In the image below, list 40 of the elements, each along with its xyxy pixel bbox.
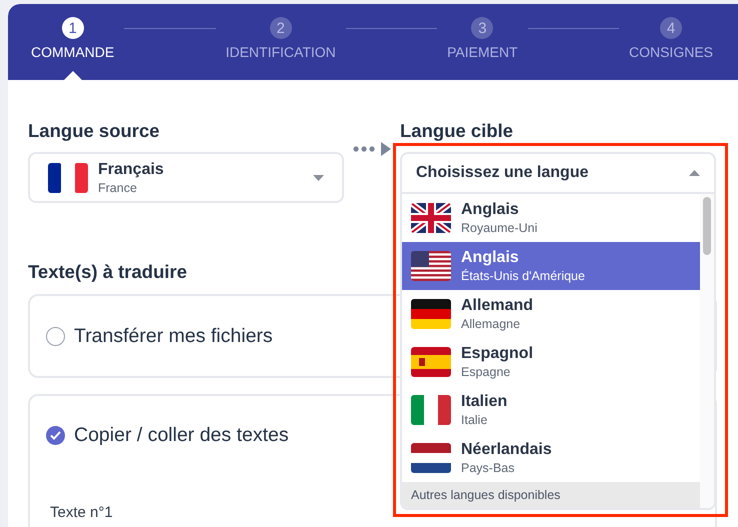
flag-icon <box>411 395 451 425</box>
language-option[interactable]: Anglais Royaume-Uni <box>402 194 700 242</box>
flag-icon <box>411 347 451 377</box>
language-region: France <box>98 180 138 194</box>
active-step-pointer <box>64 71 82 80</box>
section-heading: Langue source <box>28 120 160 142</box>
text-label: Texte n°1 <box>50 504 114 521</box>
language-dropdown-menu[interactable]: Choisissez une langue Anglais Royaume-Uni Anglais États-Unis d'Amérique Allemand Allemagne Espagnol Espagne Italien Italie Néerlandais Pays-Bas Autres langues disponibles <box>400 152 716 510</box>
flag-icon <box>411 299 451 329</box>
language-option[interactable]: Italien Italie <box>402 386 700 434</box>
section-heading: Langue cible <box>400 120 514 142</box>
language-name: Français <box>98 160 165 178</box>
flag-icon <box>411 251 451 281</box>
step-tab[interactable]: 1 COMMANDE <box>31 4 114 80</box>
language-option[interactable]: Espagnol Espagne <box>402 338 700 386</box>
step-number: 4 <box>660 17 682 39</box>
flag-icon <box>411 443 451 473</box>
language-option[interactable]: Néerlandais Pays-Bas <box>402 434 700 482</box>
source-language-select[interactable]: Français France <box>28 152 344 203</box>
radio-button[interactable] <box>46 327 65 346</box>
check-icon <box>50 431 61 440</box>
step-number: 1 <box>62 17 84 39</box>
caret-down-icon <box>313 174 324 180</box>
dropdown-prompt: Choisissez une langue <box>416 164 588 182</box>
step-tab[interactable]: 2 IDENTIFICATION <box>226 4 336 80</box>
step-tab[interactable]: 3 PAIEMENT <box>447 4 518 80</box>
dotted-arrow-icon <box>353 142 391 156</box>
radio-button[interactable] <box>46 426 65 445</box>
flag-icon <box>411 203 451 233</box>
flag-icon <box>48 162 88 192</box>
option-label[interactable]: Copier / coller des textes <box>74 424 289 447</box>
step-number: 3 <box>471 17 494 39</box>
option-label[interactable]: Transférer mes fichiers <box>74 325 273 348</box>
step-tab[interactable]: 4 CONSIGNES <box>628 4 713 80</box>
section-heading: Texte(s) à traduire <box>28 261 188 283</box>
language-option[interactable]: Anglais États-Unis d'Amérique <box>402 242 700 290</box>
step-number: 2 <box>270 17 292 39</box>
scrollbar-thumb[interactable] <box>703 197 711 255</box>
language-option[interactable]: Allemand Allemagne <box>402 290 700 338</box>
group-header: Autres langues disponibles <box>402 482 700 508</box>
